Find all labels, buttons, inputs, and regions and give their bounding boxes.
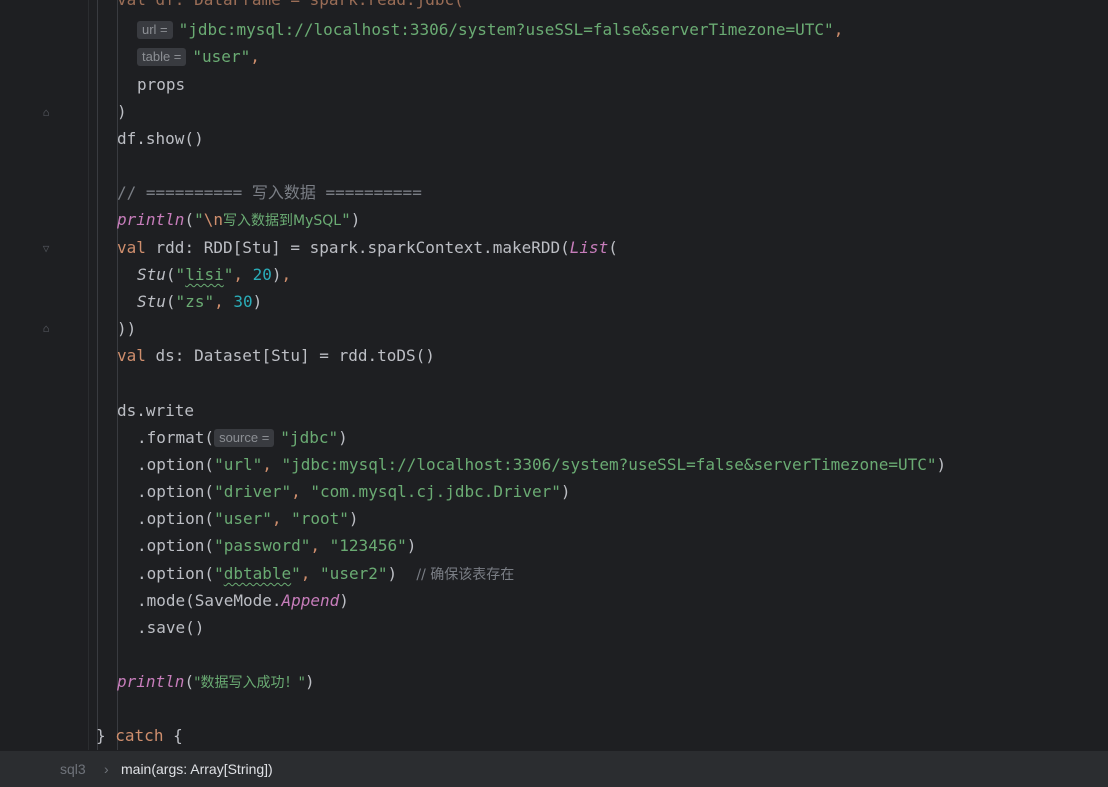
escape-sequence: \n (203, 210, 223, 229)
code-line: Stu("zs", 30) (137, 292, 263, 311)
string-literal: 写入数据到MySQL (222, 213, 342, 229)
declaration: rdd: RDD[Stu] = spark.sparkContext.makeR… (145, 238, 570, 257)
string-literal: "jdbc" (280, 428, 339, 447)
code-line: url = "jdbc:mysql://localhost:3306/system… (137, 16, 843, 43)
method-call: .format( (137, 428, 215, 447)
method-call: .option( (137, 455, 215, 474)
breadcrumb-method[interactable]: main(args: Array[String]) (121, 751, 273, 787)
code-line: println("数据写入成功！") (117, 672, 315, 691)
method-call: ds.write (117, 401, 195, 420)
code-line: } catch { (96, 722, 183, 749)
comment: // 确保该表存在 (416, 567, 515, 583)
keyword: catch (115, 726, 164, 745)
breadcrumb-separator-icon: › (104, 761, 109, 777)
code-line: .format(source = "jdbc") (137, 428, 348, 447)
code-line: .save() (137, 614, 204, 641)
indent-guide (97, 0, 98, 750)
code-line: .option("user", "root") (137, 509, 359, 528)
string-literal: lisi (185, 265, 224, 284)
string-literal: "jdbc:mysql://localhost:3306/system?useS… (178, 20, 834, 39)
string-literal: "url" (214, 455, 263, 474)
function-name: println (117, 672, 185, 691)
param-hint-table: table = (137, 48, 187, 66)
code-line: val ds: Dataset[Stu] = rdd.toDS() (117, 342, 435, 369)
fold-end-icon[interactable]: ⌂ (40, 106, 52, 120)
code-line: df.show() (117, 125, 204, 152)
string-literal: "数据写入成功！" (194, 675, 305, 691)
number-literal: 30 (233, 292, 253, 311)
code-line: )) (117, 315, 136, 342)
string-literal: "zs" (175, 292, 215, 311)
code-line: ) (117, 98, 127, 125)
string-literal: dbtable (223, 564, 292, 583)
declaration: ds: Dataset[Stu] = rdd.toDS() (145, 346, 435, 365)
string-literal: "user2" (320, 564, 388, 583)
punctuation: } (96, 726, 106, 745)
code-line: ds.write (117, 397, 194, 424)
string-literal: "password" (214, 536, 311, 555)
param-hint-source: source = (214, 429, 275, 447)
string-literal: "com.mysql.cj.jdbc.Driver" (310, 482, 561, 501)
comment: // ========== 写入数据 ========== (117, 183, 422, 202)
string-literal: "jdbc:mysql://localhost:3306/system?useS… (281, 455, 937, 474)
code-line: .option("dbtable", "user2") // 确保该表存在 (137, 564, 515, 583)
code-line: // ========== 写入数据 ========== (117, 179, 422, 206)
method-call: .mode(SaveMode. (137, 591, 282, 610)
partial-line-text: val df: DataFrame = spark.read.jdbc( (117, 0, 464, 9)
method-call: .option( (137, 509, 215, 528)
method-call: .option( (137, 482, 215, 501)
string-literal: "root" (291, 509, 349, 528)
method-call: df.show() (117, 129, 204, 148)
editor-gutter: ⌂ ▽ ⌂ (0, 0, 89, 750)
constructor-call: Stu (137, 265, 166, 284)
method-call: .option( (137, 536, 215, 555)
code-line: val rdd: RDD[Stu] = spark.sparkContext.m… (117, 238, 618, 257)
string-literal: "123456" (329, 536, 407, 555)
code-line: table = "user", (137, 43, 260, 70)
string-literal: "user" (214, 509, 272, 528)
code-line: .mode(SaveMode.Append) (137, 591, 349, 610)
code-line: println("\n写入数据到MySQL") (117, 210, 361, 229)
breadcrumb-bar: sql3 › main(args: Array[String]) (0, 750, 1108, 787)
code-line: .option("url", "jdbc:mysql://localhost:3… (137, 455, 947, 474)
code-editor[interactable]: val df: DataFrame = spark.read.jdbc( url… (89, 0, 1108, 750)
number-literal: 20 (252, 265, 272, 284)
code-line: .option("password", "123456") (137, 536, 417, 555)
identifier: props (137, 75, 186, 94)
string-literal: "driver" (214, 482, 292, 501)
string-literal: "user" (192, 47, 251, 66)
fold-end-icon[interactable]: ⌂ (40, 322, 52, 336)
enum-constant: Append (281, 591, 340, 610)
breadcrumb-file[interactable]: sql3 (60, 751, 86, 787)
param-hint-url: url = (137, 21, 173, 39)
constructor-call: Stu (137, 292, 166, 311)
fold-start-icon[interactable]: ▽ (40, 242, 52, 256)
code-line: Stu("lisi", 20), (137, 265, 292, 284)
keyword: val (117, 238, 146, 257)
punctuation: ) (117, 102, 127, 121)
code-line: val df: DataFrame = spark.read.jdbc( (117, 0, 464, 13)
punctuation: )) (117, 319, 137, 338)
punctuation: { (173, 726, 183, 745)
method-call: .save() (137, 618, 205, 637)
function-name: List (569, 238, 609, 257)
function-name: println (117, 210, 185, 229)
code-line: .option("driver", "com.mysql.cj.jdbc.Dri… (137, 482, 571, 501)
method-call: .option( (137, 564, 215, 583)
code-line: props (137, 71, 185, 98)
keyword: val (117, 346, 146, 365)
